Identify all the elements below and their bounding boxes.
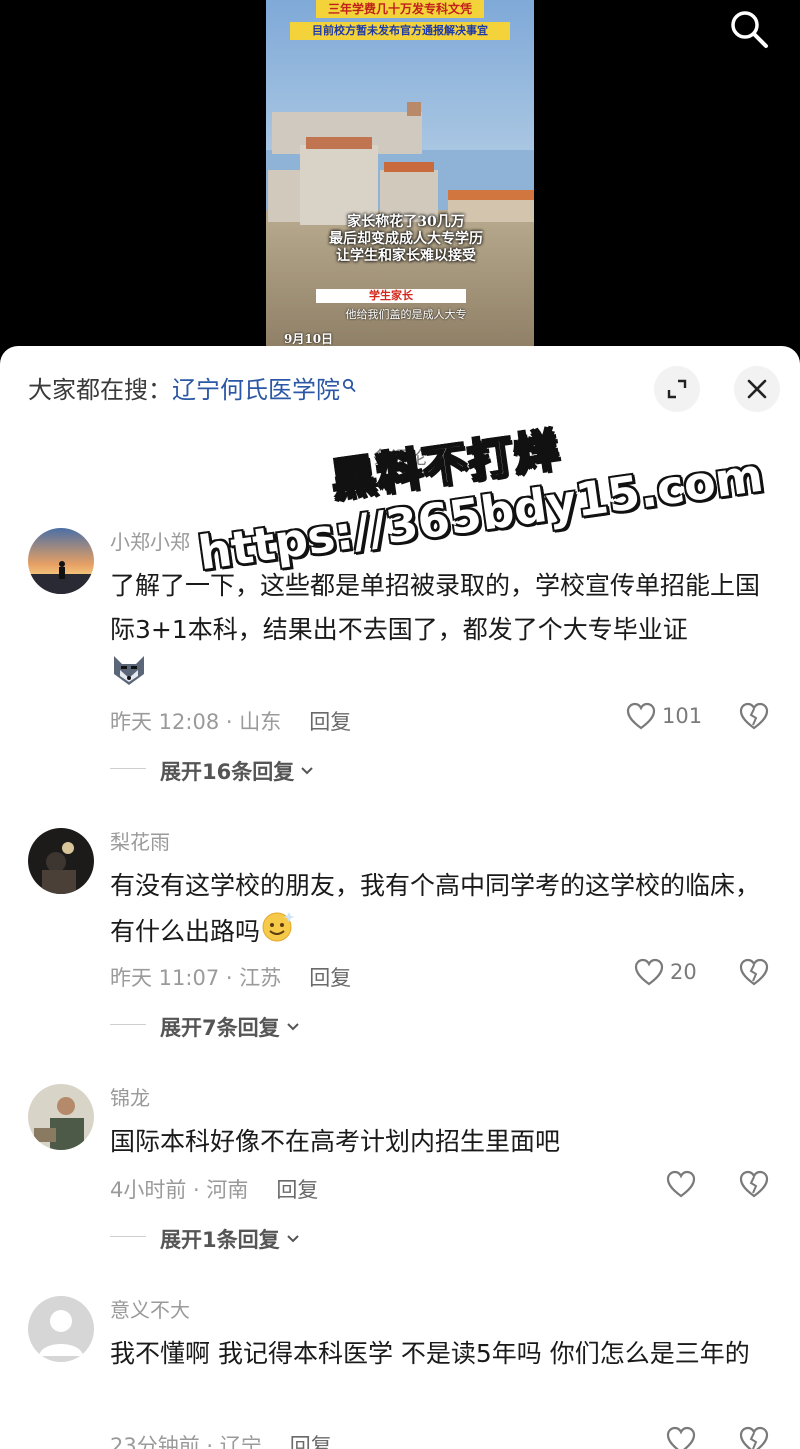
video-caption-sub: 目前校方暂未发布官方通报解决事宜: [290, 22, 510, 40]
video-building-roof-right: [384, 162, 434, 172]
heart-icon: [666, 1170, 696, 1198]
broken-heart-icon: [739, 958, 769, 986]
video-overlay-line: 最后却变成成人大专学历: [329, 231, 483, 247]
dislike-button[interactable]: [738, 702, 770, 734]
comment-text-content: 了解了一下，这些都是单招被录取的，学校宣传单招能上国际3+1本科，结果出不去国了…: [110, 571, 761, 644]
video-caption-top: 三年学费几十万发专科文凭: [316, 0, 484, 18]
search-icon: [731, 11, 768, 48]
comment-username[interactable]: 意义不大: [110, 1296, 190, 1324]
comment-text: 国际本科好像不在高考计划内招生里面吧: [110, 1120, 780, 1164]
comment-username[interactable]: 锦龙: [110, 1084, 150, 1112]
default-avatar-icon: [28, 1296, 94, 1362]
comment-text-content: 国际本科好像不在高考计划内招生里面吧: [110, 1127, 561, 1156]
hot-search-bar: 大家都在搜：辽宁何氏医学院: [28, 372, 356, 408]
comment-time-location: 昨天 11:07 · 江苏: [110, 966, 282, 990]
reply-button[interactable]: 回复: [276, 1174, 318, 1204]
expand-replies-button[interactable]: 展开16条回复: [110, 756, 314, 786]
video-overlay-text: 家长称花了30几万 最后却变成成人大专学历 让学生和家长难以接受: [296, 214, 516, 265]
like-count: 20: [670, 960, 697, 984]
reply-button[interactable]: 回复: [290, 1430, 332, 1449]
comment-text-content: 我不懂啊 我记得本科医学 不是读5年吗 你们怎么是三年的: [110, 1339, 750, 1368]
like-button[interactable]: 20: [634, 958, 697, 986]
comment-meta: 4小时前 · 河南 回复: [110, 1174, 318, 1204]
dislike-button[interactable]: [738, 1426, 770, 1449]
search-button[interactable]: [726, 6, 772, 52]
chevron-down-icon: [286, 1235, 299, 1243]
dislike-button[interactable]: [738, 1170, 770, 1202]
video-date: 9月10日: [284, 332, 334, 346]
expand-replies-button[interactable]: 展开7条回复: [110, 1012, 300, 1042]
comment-text: 我不懂啊 我记得本科医学 不是读5年吗 你们怎么是三年的: [110, 1332, 780, 1376]
avatar[interactable]: [28, 528, 94, 594]
comment-text: 有没有这学校的朋友，我有个高中同学考的这学校的临床，有什么出路吗: [110, 864, 780, 958]
like-button[interactable]: [666, 1170, 702, 1198]
close-button[interactable]: [734, 366, 780, 412]
chevron-down-icon: [286, 1023, 299, 1031]
video-overlay-line: 让学生和家长难以接受: [336, 248, 476, 264]
expand-replies-label: 展开7条回复: [160, 1016, 280, 1040]
like-count: 101: [662, 704, 703, 728]
reply-button[interactable]: 回复: [309, 962, 351, 992]
comment-time-location: 4小时前 · 河南: [110, 1178, 249, 1202]
broken-heart-icon: [739, 1170, 769, 1198]
comment-time-location: 23分钟前 · 辽宁: [110, 1434, 262, 1449]
like-button[interactable]: 101: [626, 702, 702, 730]
expand-replies-button[interactable]: 展开1条回复: [110, 1224, 300, 1254]
expand-replies-label: 展开16条回复: [160, 760, 295, 784]
comment-username[interactable]: 梨花雨: [110, 828, 170, 856]
comment-text-content: 有没有这学校的朋友，我有个高中同学考的这学校的临床，有什么出路吗: [110, 871, 761, 946]
comment-meta: 23分钟前 · 辽宁 回复: [110, 1430, 332, 1449]
video-building-roof: [306, 137, 372, 149]
expand-button[interactable]: [654, 366, 700, 412]
video-speaker-tag: 学生家长: [316, 289, 466, 303]
comment-meta: 昨天 11:07 · 江苏 回复: [110, 962, 351, 992]
avatar-image: [28, 1084, 94, 1150]
comment-count-label: 条评论: [373, 448, 427, 469]
comment-meta: 昨天 12:08 · 山东 回复: [110, 706, 351, 736]
dislike-button[interactable]: [738, 958, 770, 990]
comment-username[interactable]: 小郑小郑: [110, 528, 190, 556]
hot-search-link[interactable]: 辽宁何氏医学院: [172, 376, 340, 404]
heart-icon: [666, 1426, 696, 1449]
avatar-image: [28, 528, 94, 594]
comment-sheet: 大家都在搜：辽宁何氏医学院 条评论 小郑小郑 了解了一下，这些都是单招被录取的，…: [0, 346, 800, 1449]
hot-search-prefix: 大家都在搜：: [28, 376, 172, 404]
broken-heart-icon: [739, 702, 769, 730]
video-subtitle: 他给我们盖的是成人大专: [345, 308, 467, 321]
video-player[interactable]: 三年学费几十万发专科文凭 目前校方暂未发布官方通报解决事宜 家长称花了30几万 …: [0, 0, 800, 360]
video-building-main: [300, 145, 378, 225]
wolf-sticker-icon: [110, 652, 148, 702]
heart-icon: [626, 702, 656, 730]
close-icon: [747, 379, 767, 399]
comment-text: 了解了一下，这些都是单招被录取的，学校宣传单招能上国际3+1本科，结果出不去国了…: [110, 564, 780, 702]
smile-emoji-icon: [260, 908, 296, 958]
heart-icon: [634, 958, 664, 986]
video-frame[interactable]: 三年学费几十万发专科文凭 目前校方暂未发布官方通报解决事宜 家长称花了30几万 …: [266, 0, 534, 348]
expand-replies-label: 展开1条回复: [160, 1228, 280, 1252]
reply-button[interactable]: 回复: [309, 706, 351, 736]
search-icon[interactable]: [342, 378, 356, 394]
video-overlay-line: 家长称花了30几万: [347, 214, 465, 230]
comment-time-location: 昨天 12:08 · 山东: [110, 710, 282, 734]
chevron-down-icon: [301, 767, 313, 775]
avatar-image: [28, 828, 94, 894]
avatar[interactable]: [28, 828, 94, 894]
avatar[interactable]: [28, 1296, 94, 1362]
expand-icon: [667, 379, 687, 399]
broken-heart-icon: [739, 1426, 769, 1449]
like-button[interactable]: [666, 1426, 702, 1449]
avatar[interactable]: [28, 1084, 94, 1150]
video-building-right-roof: [448, 190, 534, 200]
